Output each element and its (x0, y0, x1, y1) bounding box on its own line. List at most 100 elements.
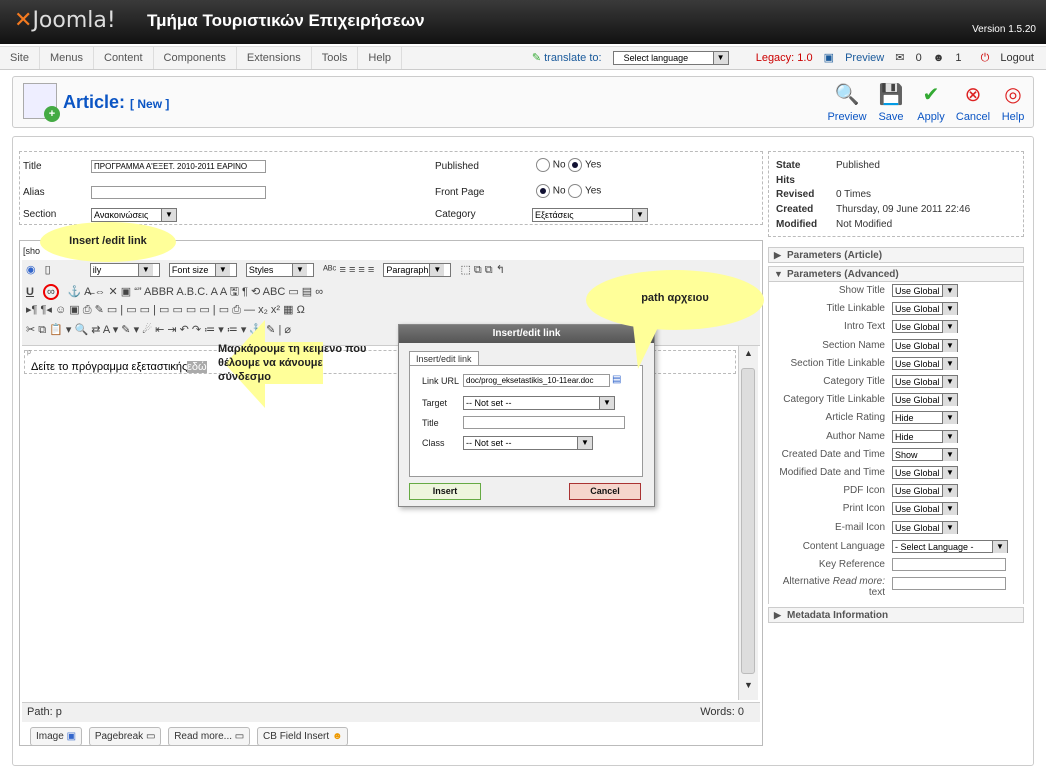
param-label: Author Name (826, 430, 885, 442)
param-row: Intro Text Use Global ▼ (769, 318, 1025, 336)
format-select[interactable]: Paragraph ▼ (383, 263, 452, 278)
cb-field-insert-button[interactable]: CB Field Insert ☻ (257, 727, 349, 746)
param-select[interactable]: Use Global ▼ (892, 302, 958, 316)
menu-tools[interactable]: Tools (312, 47, 359, 69)
article-toolbar: + Article: [ New ] 🔍 Preview 💾 Save ✔ Apply… (12, 76, 1034, 128)
readmore-button[interactable]: Read more... ▭ (168, 727, 251, 746)
font-family-select[interactable]: ily ▼ (89, 263, 160, 278)
annotation-mark-text: Μαρκάρουμε τη κειμενο που θέλουμε να κάν… (218, 343, 367, 383)
legacy-label: Legacy: 1.0 (755, 52, 813, 64)
alias-input[interactable] (91, 186, 266, 199)
scroll-down-icon[interactable]: ▼ (744, 680, 753, 690)
param-label: E-mail Icon (834, 521, 885, 533)
param-select[interactable]: Use Global ▼ (892, 320, 958, 334)
target-select[interactable]: -- Not set -- ▼ (463, 396, 615, 410)
pagebreak-button[interactable]: Pagebreak ▭ (88, 727, 162, 746)
lifebuoy-icon: ◎ (1004, 84, 1022, 106)
title-input-dialog[interactable] (463, 416, 625, 429)
underline-icon[interactable]: U (26, 286, 34, 298)
param-select[interactable]: Use Global ▼ (892, 284, 958, 297)
param-select[interactable]: Hide ▼ (892, 411, 958, 425)
param-select[interactable]: Use Global ▼ (892, 338, 958, 352)
messages-count[interactable]: ✉ 0 (895, 52, 921, 64)
save-button[interactable]: 💾 Save (871, 83, 911, 123)
apply-button[interactable]: ✔ Apply (911, 83, 951, 123)
param-select[interactable]: Use Global ▼ (892, 484, 958, 498)
format-icons-row3[interactable]: ▸¶ ¶◂ ☺ ▣ ⎙ ✎ ▭ | ▭ ▭ | ▭ ▭ ▭ ▭ | ▭ ⎙ — … (26, 303, 305, 317)
param-select[interactable]: Use Global ▼ (892, 356, 958, 370)
dialog-tab[interactable]: Insert/edit link (409, 351, 479, 366)
align-icons[interactable]: ᴬᴮᶜ ≡ ≡ ≡ ≡ (323, 264, 374, 276)
param-select[interactable]: Use Global ▼ (892, 466, 958, 479)
show-editor-toggle[interactable]: [sho (23, 246, 40, 256)
published-no-radio[interactable] (536, 158, 550, 172)
preview-link[interactable]: ▣ Preview (824, 52, 885, 64)
menu-help[interactable]: Help (358, 47, 403, 69)
param-row: Modified Date and Time Use Global ▼ (769, 464, 1025, 482)
scroll-up-icon[interactable]: ▲ (744, 348, 753, 358)
parameters-article-header[interactable]: ▶ Parameters (Article) (768, 247, 1024, 263)
site-name: Τμήμα Τουριστικών Επιχειρήσεων (147, 11, 425, 30)
link-url-input[interactable]: doc/prog_eksetastikis_10-11ear.doc (463, 374, 610, 387)
preview-button[interactable]: 🔍 Preview (827, 83, 867, 123)
browse-icon[interactable]: ▤ (612, 374, 621, 385)
param-select[interactable]: Hide ▼ (892, 429, 958, 443)
frontpage-yes-radio[interactable] (568, 184, 583, 198)
new-doc-icon[interactable]: ▯ (45, 263, 51, 276)
format-icons-row2[interactable]: ⚓ A̶ ⇔ ✕ ▣ “” ABBR A.B.C. A A 🖫 ¶ ⟲ ABC … (68, 283, 323, 302)
param-row-content-language: Content Language - Select Language - ▼ (769, 538, 1025, 556)
param-select[interactable]: Use Global ▼ (892, 502, 958, 516)
joomla-logo: ✕Joomla! (14, 8, 116, 33)
table-icons[interactable]: ⬚ ⧉ ⧉ ↰ (460, 263, 505, 277)
magnifier-icon: 🔍 (834, 84, 860, 106)
editor-buttons: Image ▣ Pagebreak ▭ Read more... ▭ CB Fi… (30, 727, 352, 746)
link-icon[interactable]: ∞ (43, 284, 59, 300)
param-select[interactable]: Use Global ▼ (892, 375, 958, 388)
users-count[interactable]: ☻ 1 (933, 52, 962, 64)
styles-select[interactable]: Styles ▼ (245, 263, 314, 278)
menu-extensions[interactable]: Extensions (237, 47, 312, 69)
language-select[interactable]: Select language ▼ (612, 51, 729, 66)
menu-menus[interactable]: Menus (40, 47, 94, 69)
param-label: PDF Icon (843, 485, 885, 497)
insert-button[interactable]: Insert (409, 483, 481, 500)
metadata-header[interactable]: ▶ Metadata Information (768, 607, 1024, 623)
help-icon[interactable]: ◉ (26, 263, 36, 276)
modified-label: Modified (776, 219, 818, 230)
menu-components[interactable]: Components (154, 47, 237, 69)
menu-site[interactable]: Site (0, 47, 40, 69)
param-row: Author Name Hide ▼ (769, 428, 1025, 446)
content-language-field[interactable]: - Select Language - ▼ (892, 539, 1008, 553)
param-select[interactable]: Use Global ▼ (892, 393, 958, 407)
cancel-icon: ⊗ (964, 84, 982, 106)
selected-text[interactable]: εδώ (187, 361, 207, 373)
category-select[interactable]: Εξετάσεις ▼ (532, 208, 648, 222)
key-reference-field[interactable] (892, 558, 1006, 571)
menu-content[interactable]: Content (94, 47, 154, 69)
scroll-thumb[interactable] (741, 368, 755, 674)
alt-read-more-input[interactable] (892, 577, 1006, 591)
param-select[interactable]: Show ▼ (892, 447, 958, 461)
param-row: Created Date and Time Show ▼ (769, 446, 1025, 464)
editor-scrollbar[interactable]: ▲ ▼ (738, 346, 758, 700)
main-menu: Site Menus Content Components Extensions… (0, 46, 1046, 70)
help-button[interactable]: ◎ Help (993, 83, 1033, 123)
param-label: Created Date and Time (781, 448, 885, 460)
published-yes-radio[interactable] (568, 158, 583, 172)
logout-link[interactable]: ⏻ Logout (973, 52, 1034, 64)
param-select[interactable]: Use Global ▼ (892, 520, 958, 534)
font-size-select[interactable]: Font size ▼ (168, 263, 237, 278)
class-select[interactable]: -- Not set -- ▼ (463, 436, 593, 450)
dialog-cancel-button[interactable]: Cancel (569, 483, 641, 500)
alt-read-more-label: Alternative Read more: text (782, 576, 885, 599)
section-select[interactable]: Ανακοινώσεις ▼ (91, 208, 177, 222)
translate-icon: ✎ (531, 52, 542, 64)
image-button[interactable]: Image ▣ (30, 727, 83, 746)
parameters-advanced-header[interactable]: ▼ Parameters (Advanced) (768, 266, 1024, 282)
article-fields: Title ΠΡΟΓΡΑΜΜΑ Α'ΕΞΕΤ. 2010-2011 ΕΑΡΙΝΟ… (19, 151, 763, 225)
frontpage-no-radio[interactable] (536, 184, 550, 198)
cancel-button[interactable]: ⊗ Cancel (953, 83, 993, 123)
published-label: Published (435, 161, 479, 172)
title-input[interactable]: ΠΡΟΓΡΑΜΜΑ Α'ΕΞΕΤ. 2010-2011 ΕΑΡΙΝΟ (91, 160, 266, 173)
param-row: Section Name Use Global ▼ (769, 337, 1025, 355)
